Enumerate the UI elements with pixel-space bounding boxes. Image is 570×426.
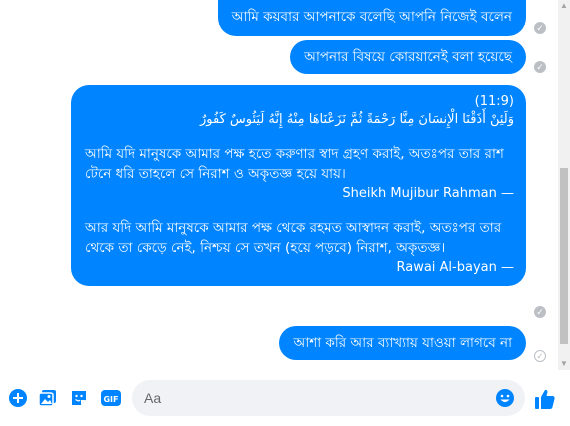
thumbs-up-icon[interactable] [534,388,555,409]
seen-check-icon: ✓ [534,306,546,318]
message-bubble-4[interactable]: আশা করি আর ব্যাখ্যায় যাওয়া লাগবে না [279,326,526,360]
sent-check-icon: ✓ [534,350,546,362]
scroll-down-arrow-icon[interactable]: ▼ [558,358,570,370]
message-text: আমি কয়বার আপনাকে বলেছি আপনি নিজেই বলেন [231,9,512,25]
seen-check-icon: ✓ [534,22,546,34]
message-text: আশা করি আর ব্যাখ্যায় যাওয়া লাগবে না [293,335,512,351]
message-bubble-2[interactable]: আপনার বিষয়ে কোরয়ানেই বলা হয়েছে [290,40,526,74]
message-input[interactable]: Aa [132,380,525,416]
message-bubble-3[interactable]: (11:9) وَلَئِنْ أَذَقْنَا الْإِنسَانَ مِ… [71,85,526,286]
message-bubble-1[interactable]: আমি কয়বার আপনাকে বলেছি আপনি নিজেই বলেন [217,0,526,36]
message-input-placeholder: Aa [144,390,162,406]
translation-1: আমি যদি মানুষকে আমার পক্ষ হতে করুণার স্ব… [85,146,504,182]
thread-scrollbar[interactable]: ▲ ▼ [558,0,570,370]
svg-text:GIF: GIF [103,395,118,404]
plus-circle-icon[interactable] [8,388,28,408]
translation-1-author: Sheikh Mujibur Rahman — [342,186,514,201]
verse-reference: (11:9) [474,94,514,109]
scroll-up-arrow-icon[interactable]: ▲ [558,0,570,12]
arabic-verse: وَلَئِنْ أَذَقْنَا الْإِنسَانَ مِنَّا رَ… [200,112,514,127]
translation-2-author: Rawai Al-bayan — [396,260,514,275]
translation-2: আর যদি আমি মানুষকে আমার পক্ষ থেকে রহমত আ… [85,220,502,256]
emoji-icon[interactable] [495,388,515,408]
scrollbar-thumb[interactable] [560,168,568,344]
sticker-icon[interactable] [69,388,89,408]
message-text: আপনার বিষয়ে কোরয়ানেই বলা হয়েছে [304,49,512,65]
image-icon[interactable] [38,388,58,408]
gif-icon[interactable]: GIF [101,388,121,408]
seen-check-icon: ✓ [534,61,546,73]
message-thread[interactable]: আমি কয়বার আপনাকে বলেছি আপনি নিজেই বলেন … [0,0,558,370]
